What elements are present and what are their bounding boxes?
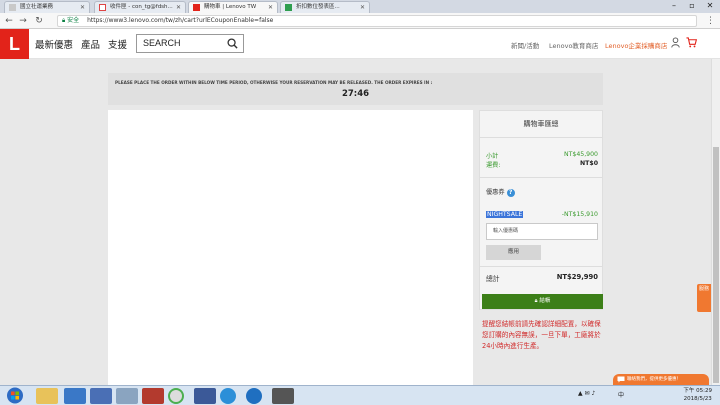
close-icon[interactable]: ✕ <box>268 2 273 13</box>
subtotal-value: NT$45,900 <box>564 151 598 158</box>
security-label: 安全 <box>67 17 80 24</box>
input-method-indicator[interactable]: 中 <box>618 390 624 399</box>
browser-tab-label: 收件匣 - con_tg@fdsh... <box>110 4 173 10</box>
nav-item-deals[interactable]: 最新優惠 <box>35 37 73 51</box>
menu-icon[interactable]: ⋮ <box>706 15 715 27</box>
checkout-button[interactable]: 🔒︎ 結帳 <box>482 294 603 309</box>
tray-icons[interactable]: ▲ ✉ ♪ <box>578 390 595 397</box>
browser-tab-active[interactable]: 購物車 | Lenovo TW ✕ <box>188 1 278 13</box>
browser-tab-label: 折扣數位發表區... <box>296 4 340 10</box>
total-label: 總計 <box>486 275 500 283</box>
browser-tab-strip: 國立社運業務 ✕ 收件匣 - con_tg@fdsh... ✕ 購物車 | Le… <box>0 0 720 13</box>
scrollbar[interactable] <box>711 59 720 385</box>
applied-coupon-row: NIGHTSALE -NT$15,910 <box>486 211 598 218</box>
total-value: NT$29,990 <box>556 273 598 281</box>
search-input[interactable]: SEARCH <box>136 34 244 53</box>
start-button-icon[interactable] <box>2 386 28 405</box>
page-icon <box>9 4 16 11</box>
file-explorer-icon[interactable] <box>36 388 58 404</box>
subtotal-label: 小計 <box>486 153 499 160</box>
chrome-icon[interactable] <box>168 388 184 404</box>
service-side-tab[interactable]: 服務 <box>697 284 711 312</box>
nav-item-support[interactable]: 支援 <box>108 37 127 51</box>
cart-summary: 購物車匯總 小計 NT$45,900 運費: NT$0 優惠券? NIGHTSA… <box>479 110 603 310</box>
chat-label: 聯絡我們，提供更多優惠！ <box>627 377 681 382</box>
coupon-row: 優惠券? <box>486 187 598 197</box>
lock-icon: 🔒︎ <box>534 298 538 304</box>
news-link[interactable]: 新聞/活動 <box>511 40 539 50</box>
chat-button[interactable]: 聯絡我們，提供更多優惠！ <box>613 374 709 385</box>
taskbar-app-icon[interactable] <box>194 388 216 404</box>
maximize-icon[interactable]: ▫ <box>684 0 700 12</box>
shipping-value: NT$0 <box>579 160 598 167</box>
close-icon[interactable]: ✕ <box>176 2 181 13</box>
taskbar-app-icon[interactable] <box>142 388 164 404</box>
coupon-code: NIGHTSALE <box>486 211 524 218</box>
shipping-label: 運費: <box>486 162 501 169</box>
browser-tab-label: 購物車 | Lenovo TW <box>204 4 257 10</box>
close-window-icon[interactable]: ✕ <box>702 0 718 12</box>
site-header: L 最新優惠 產品 支援 SEARCH 新聞/活動 Lenovo教育商店 Len… <box>0 29 720 59</box>
lenovo-icon <box>193 4 200 11</box>
shipping-row: 運費: NT$0 <box>486 160 598 169</box>
taskbar-app-icon[interactable] <box>272 388 294 404</box>
url-text: https://www3.lenovo.com/tw/zh/cart?urlEC… <box>87 17 274 24</box>
cart-icon[interactable] <box>686 37 697 48</box>
subtotal-row: 小計 NT$45,900 <box>486 151 598 160</box>
forward-icon[interactable]: → <box>18 15 28 27</box>
taskbar-app-icon[interactable] <box>64 388 86 404</box>
total-row: 總計 NT$29,990 <box>486 273 598 283</box>
chat-icon <box>617 376 625 383</box>
search-placeholder: SEARCH <box>143 38 181 48</box>
clock-time: 下午 05:29 <box>683 388 712 394</box>
clock-date: 2018/5/23 <box>683 396 712 402</box>
browser-tab[interactable]: 收件匣 - con_tg@fdsh... ✕ <box>94 1 186 13</box>
help-icon[interactable]: ? <box>506 189 515 197</box>
user-icon[interactable] <box>671 37 680 48</box>
teamviewer-icon[interactable] <box>246 388 262 404</box>
ie-icon[interactable] <box>220 388 236 404</box>
close-icon[interactable]: ✕ <box>80 2 85 13</box>
coupon-label: 優惠券 <box>486 189 505 196</box>
back-icon[interactable]: ← <box>4 15 14 27</box>
minimize-icon[interactable]: – <box>666 0 682 12</box>
apply-coupon-button[interactable]: 應用 <box>486 245 541 260</box>
browser-tab[interactable]: 國立社運業務 ✕ <box>4 1 90 13</box>
browser-tab-label: 國立社運業務 <box>20 4 54 10</box>
edu-store-link[interactable]: Lenovo教育商店 <box>549 40 598 50</box>
close-icon[interactable]: ✕ <box>360 2 365 13</box>
clock[interactable]: 下午 05:29 2018/5/23 <box>683 387 712 403</box>
taskbar-app-icon[interactable] <box>90 388 112 404</box>
business-store-link[interactable]: Lenovo企業採購商店 <box>605 40 667 50</box>
scrollbar-thumb[interactable] <box>713 147 719 383</box>
coupon-discount: -NT$15,910 <box>561 211 598 218</box>
page-icon <box>285 4 292 11</box>
lenovo-logo[interactable]: L <box>0 29 29 59</box>
reload-icon[interactable]: ↻ <box>34 15 44 27</box>
url-field[interactable]: 🔒︎ 安全 https://www3.lenovo.com/tw/zh/cart… <box>57 15 697 27</box>
taskbar: ▲ ✉ ♪ 中 下午 05:29 2018/5/23 <box>0 385 720 405</box>
gmail-icon <box>99 4 106 11</box>
cart-items-area <box>108 110 473 385</box>
lock-icon: 🔒︎ <box>62 17 66 24</box>
taskbar-app-icon[interactable] <box>116 388 138 404</box>
search-icon[interactable] <box>227 38 238 49</box>
reservation-timer: PLEASE PLACE THE ORDER WITHIN BELOW TIME… <box>108 73 603 105</box>
address-bar: ← → ↻ 🔒︎ 安全 https://www3.lenovo.com/tw/z… <box>0 13 720 29</box>
order-notice: 提醒您結帳前請先確認詳細配置，以確保您訂購的內容無誤，一旦下單，工廠將於24小時… <box>482 320 601 350</box>
checkout-label: 結帳 <box>539 298 551 304</box>
browser-tab[interactable]: 折扣數位發表區... ✕ <box>280 1 370 13</box>
nav-item-products[interactable]: 產品 <box>81 37 100 51</box>
timer-message: PLEASE PLACE THE ORDER WITHIN BELOW TIME… <box>115 80 433 85</box>
countdown: 27:46 <box>341 89 370 99</box>
cart-summary-title: 購物車匯總 <box>480 111 602 138</box>
coupon-input[interactable]: 輸入優惠碼 <box>486 223 598 240</box>
